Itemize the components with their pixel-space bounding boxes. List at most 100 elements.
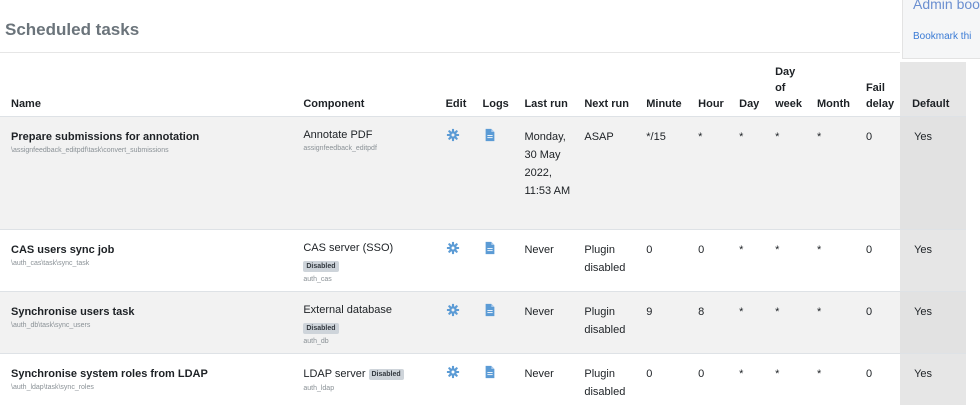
header-next-run: Next run [578,62,640,117]
edit-cell [440,230,477,292]
day: * [733,354,769,405]
header-edit: Edit [440,62,477,117]
task-name: CAS users sync job [11,244,114,256]
task-name-cell: Synchronise system roles from LDAP \auth… [0,354,297,405]
next-run: Plugin disabled [578,230,640,292]
component-name: CAS server (SSO) [303,241,433,256]
header-hour: Hour [692,62,733,117]
header-month: Month [811,62,860,117]
header-day-of-week: Day of week [769,62,811,117]
header-name[interactable]: Name [0,62,297,117]
hour: 0 [692,230,733,292]
scheduled-tasks-table: Name Component Edit Logs Last run Next r… [0,62,966,405]
day-of-week: * [769,230,811,292]
header-fail-delay: Fail delay [860,62,900,117]
next-run: Plugin disabled [578,292,640,354]
task-name: Synchronise users task [11,306,135,318]
table-header-row: Name Component Edit Logs Last run Next r… [0,62,966,117]
page-title: Scheduled tasks [5,20,139,40]
default: Yes [900,354,966,405]
table-row: Synchronise users task \auth_db\task\syn… [0,292,966,354]
default: Yes [900,230,966,292]
header-component[interactable]: Component [297,62,439,117]
fail-delay: 0 [860,292,900,354]
gear-icon[interactable] [446,365,460,379]
last-run: Monday, 30 May 2022, 11:53 AM [518,117,578,230]
admin-bookmarks-block: Admin boo Bookmark thi [902,0,980,59]
task-classname: \auth_cas\task\sync_task [11,259,291,269]
component-cell: Annotate PDF assignfeedback_editpdf [297,117,439,230]
logs-cell [477,292,519,354]
minute: 0 [640,230,692,292]
default: Yes [900,117,966,230]
file-icon[interactable] [483,128,497,142]
table-row: CAS users sync job \auth_cas\task\sync_t… [0,230,966,292]
month: * [811,292,860,354]
fail-delay: 0 [860,230,900,292]
disabled-badge: Disabled [303,261,338,272]
last-run: Never [518,230,578,292]
day-of-week: * [769,117,811,230]
month: * [811,117,860,230]
bookmark-this-page-link[interactable]: Bookmark thi [913,31,971,42]
minute: 0 [640,354,692,405]
logs-cell [477,117,519,230]
component-name: Annotate PDF [303,128,433,143]
header-day: Day [733,62,769,117]
task-name: Synchronise system roles from LDAP [11,368,208,380]
month: * [811,354,860,405]
day: * [733,230,769,292]
next-run: Plugin disabled [578,354,640,405]
disabled-badge: Disabled [369,369,404,380]
file-icon[interactable] [483,241,497,255]
task-classname: \assignfeedback_editpdf\task\convert_sub… [11,146,291,156]
hour: * [692,117,733,230]
task-name: Prepare submissions for annotation [11,131,199,143]
file-icon[interactable] [483,365,497,379]
admin-bookmarks-link[interactable]: Admin boo [913,0,980,12]
task-name-cell: Synchronise users task \auth_db\task\syn… [0,292,297,354]
component-plugin: assignfeedback_editpdf [303,144,433,154]
file-icon[interactable] [483,303,497,317]
component-cell: External database Disabled auth_db [297,292,439,354]
hour: 8 [692,292,733,354]
gear-icon[interactable] [446,303,460,317]
disabled-badge: Disabled [303,323,338,334]
component-plugin: auth_ldap [303,384,433,394]
page-header: Scheduled tasks [0,0,900,53]
task-classname: \auth_db\task\sync_users [11,321,291,331]
header-logs: Logs [477,62,519,117]
edit-cell [440,117,477,230]
table-row: Prepare submissions for annotation \assi… [0,117,966,230]
gear-icon[interactable] [446,241,460,255]
header-default: Default [900,62,966,117]
hour: 0 [692,354,733,405]
task-name-cell: Prepare submissions for annotation \assi… [0,117,297,230]
component-name: LDAP server [303,368,365,380]
day-of-week: * [769,292,811,354]
minute: */15 [640,117,692,230]
default: Yes [900,292,966,354]
component-plugin: auth_db [303,337,433,347]
table-row: Synchronise system roles from LDAP \auth… [0,354,966,405]
edit-cell [440,354,477,405]
component-cell: LDAP server Disabled auth_ldap [297,354,439,405]
day-of-week: * [769,354,811,405]
gear-icon[interactable] [446,128,460,142]
component-name: External database [303,303,433,318]
day: * [733,292,769,354]
component-plugin: auth_cas [303,275,433,285]
task-classname: \auth_ldap\task\sync_roles [11,383,291,393]
header-minute: Minute [640,62,692,117]
header-last-run: Last run [518,62,578,117]
last-run: Never [518,292,578,354]
logs-cell [477,354,519,405]
logs-cell [477,230,519,292]
edit-cell [440,292,477,354]
month: * [811,230,860,292]
task-name-cell: CAS users sync job \auth_cas\task\sync_t… [0,230,297,292]
day: * [733,117,769,230]
fail-delay: 0 [860,117,900,230]
last-run: Never [518,354,578,405]
fail-delay: 0 [860,354,900,405]
